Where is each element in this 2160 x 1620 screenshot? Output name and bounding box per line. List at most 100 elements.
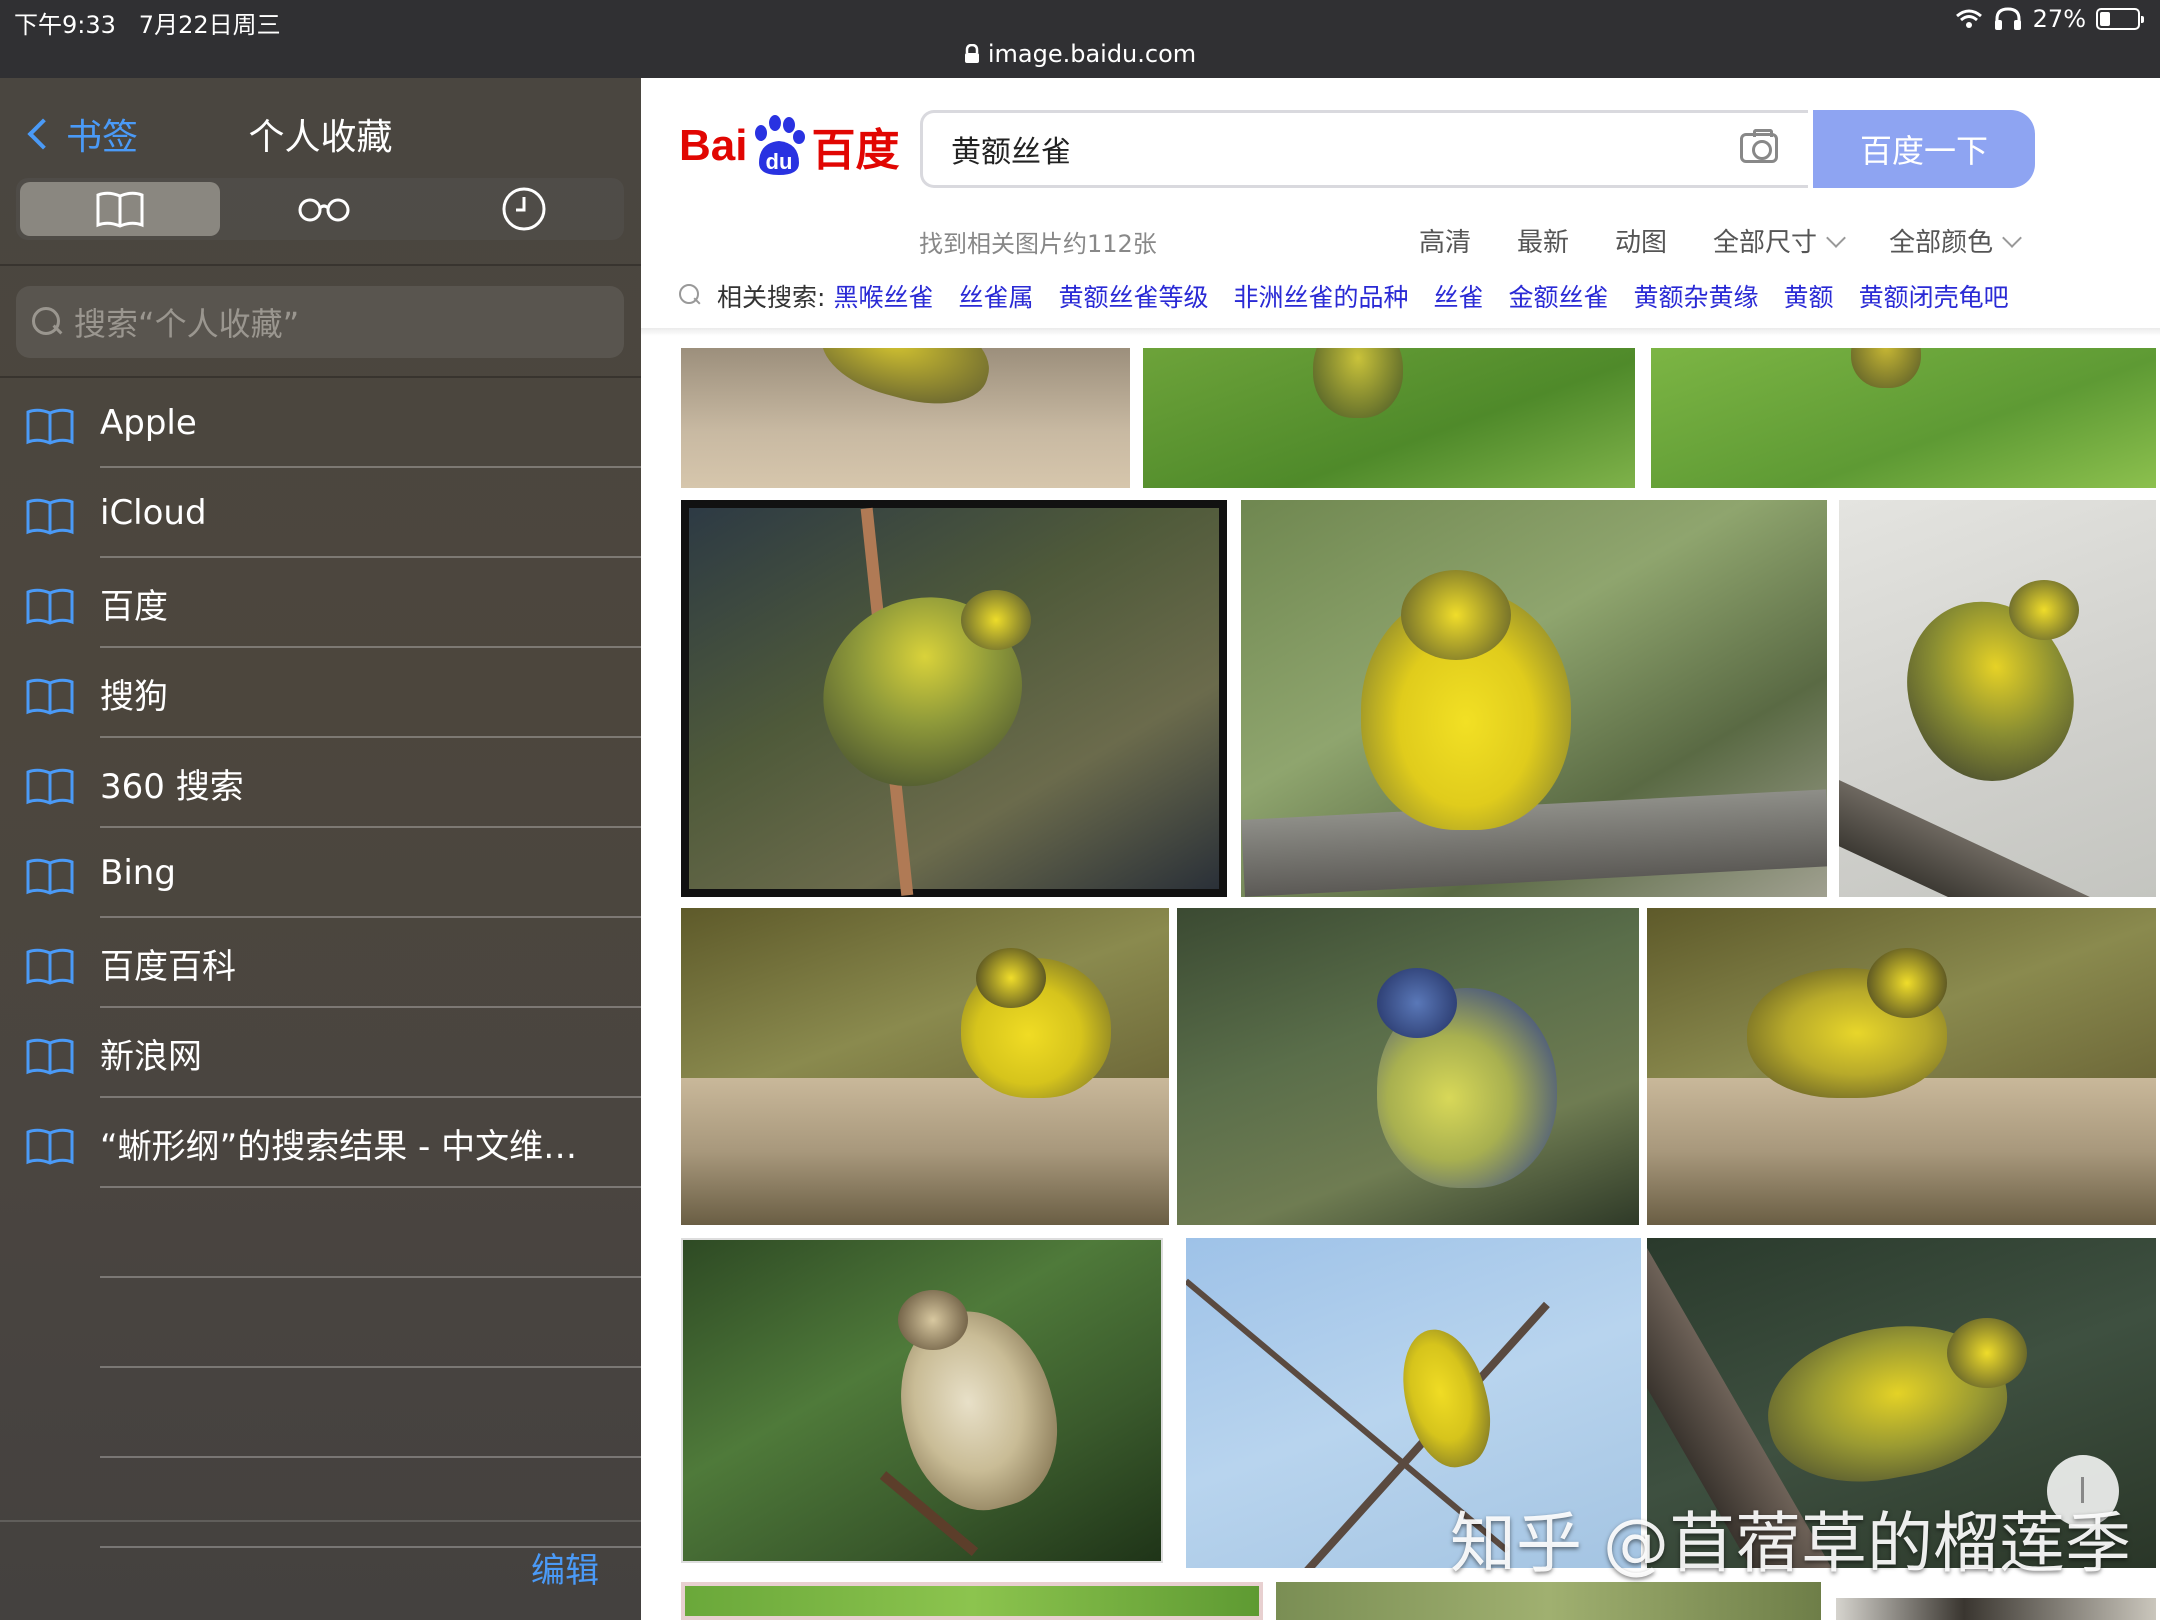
camera-icon[interactable] xyxy=(1740,129,1778,163)
filter-hd[interactable]: 高清 xyxy=(1419,222,1471,259)
related-link[interactable]: 丝雀属 xyxy=(958,278,1033,314)
search-icon xyxy=(679,284,703,308)
tab-bookmarks[interactable] xyxy=(20,182,220,236)
bird-image xyxy=(1851,348,1921,388)
image-result[interactable] xyxy=(681,908,1169,1225)
lock-icon xyxy=(964,44,979,63)
image-result[interactable] xyxy=(1143,348,1635,488)
related-link[interactable]: 黄额 xyxy=(1784,278,1834,314)
watermark-text: 知乎 @苜蓿草的榴莲季 xyxy=(1450,1505,2131,1582)
related-link[interactable]: 丝雀 xyxy=(1434,278,1484,314)
bookmark-label: 百度百科 xyxy=(100,946,236,987)
result-count: 找到相关图片约112张 xyxy=(919,230,1157,258)
bookmark-label: 搜狗 xyxy=(100,676,168,717)
search-placeholder: 搜索“个人收藏” xyxy=(74,305,300,343)
related-link[interactable]: 黑喉丝雀 xyxy=(833,278,933,314)
bookmark-item[interactable]: 360 搜索 xyxy=(0,738,641,828)
image-result[interactable] xyxy=(1647,908,2156,1225)
bird-head xyxy=(976,948,1046,1008)
filter-color-dropdown[interactable]: 全部颜色 xyxy=(1889,222,2022,259)
edit-button[interactable]: 编辑 xyxy=(531,1543,599,1592)
bird-head xyxy=(898,1290,968,1350)
bird-head xyxy=(961,590,1031,650)
related-link[interactable]: 金额丝雀 xyxy=(1509,278,1609,314)
grass xyxy=(681,1078,1169,1225)
image-result[interactable] xyxy=(681,500,1227,897)
battery-percent: 27% xyxy=(2032,5,2086,33)
wifi-icon xyxy=(1955,9,1982,28)
bookmark-label: “蜥形纲”的搜索结果 - 中文维… xyxy=(100,1126,578,1167)
bookmark-item[interactable]: 搜狗 xyxy=(0,648,641,738)
bird-head xyxy=(1867,948,1947,1018)
bookmark-list: Apple iCloud 百度 搜狗 360 搜索 Bing 百度百科 新浪网 … xyxy=(0,378,641,1548)
image-result[interactable] xyxy=(1839,500,2156,897)
search-icon xyxy=(32,307,62,337)
related-link[interactable]: 黄额丝雀等级 xyxy=(1058,278,1208,314)
bookmark-item[interactable]: Apple xyxy=(0,378,641,468)
chevron-down-icon xyxy=(2002,227,2022,248)
image-result[interactable] xyxy=(1276,1582,1821,1620)
book-icon xyxy=(26,948,74,985)
search-button[interactable]: 百度一下 xyxy=(1813,110,2035,188)
url-bar[interactable]: image.baidu.com xyxy=(0,40,2160,78)
bookmark-label: Apple xyxy=(100,403,197,443)
bird-head xyxy=(1377,968,1457,1038)
logo-text: Bai xyxy=(679,121,748,170)
image-result[interactable] xyxy=(681,348,1130,488)
tab-reading-list[interactable] xyxy=(224,178,424,240)
filter-label: 动图 xyxy=(1615,228,1668,258)
url-domain: image.baidu.com xyxy=(987,40,1197,68)
filter-label: 全部颜色 xyxy=(1889,228,1994,258)
image-result[interactable] xyxy=(681,1582,1263,1620)
bookmarks-sidebar: 书签 个人收藏 搜索“个人收藏” Apple iCloud 百度 搜狗 360 … xyxy=(0,78,641,1620)
url-bar-content: image.baidu.com xyxy=(964,40,1196,68)
tab-history[interactable] xyxy=(424,178,624,240)
filter-bar: 高清 最新 动图 全部尺寸 全部颜色 xyxy=(1419,222,2022,259)
related-link[interactable]: 黄额杂黄缘 xyxy=(1634,278,1759,314)
grass xyxy=(1647,1078,2156,1225)
related-link[interactable]: 非洲丝雀的品种 xyxy=(1233,278,1408,314)
book-icon xyxy=(26,858,74,895)
clock-icon xyxy=(502,187,546,231)
bookmark-item[interactable]: 百度百科 xyxy=(0,918,641,1008)
image-search-input[interactable]: 黄额丝雀 xyxy=(920,110,1808,188)
bookmark-label: 百度 xyxy=(100,586,168,627)
status-right: 27% xyxy=(1955,5,2144,33)
bird-head xyxy=(1947,1318,2027,1388)
status-time: 下午9:33 7月22日周三 xyxy=(14,11,281,39)
image-result[interactable] xyxy=(681,1238,1163,1563)
book-icon xyxy=(26,1038,74,1075)
filter-size-dropdown[interactable]: 全部尺寸 xyxy=(1713,222,1846,259)
bookmark-item[interactable]: Bing xyxy=(0,828,641,918)
book-icon xyxy=(26,768,74,805)
chevron-down-icon xyxy=(1826,227,1846,248)
empty-row xyxy=(0,1188,641,1278)
bookmark-search-input[interactable]: 搜索“个人收藏” xyxy=(16,286,624,358)
web-content: Bai du 百度 黄额丝雀 百度一下 找到相关图片约112张 高清 最新 动图… xyxy=(641,78,2160,1620)
image-result[interactable] xyxy=(1836,1598,2156,1620)
bookmark-item[interactable]: “蜥形纲”的搜索结果 - 中文维… xyxy=(0,1098,641,1188)
battery-fill xyxy=(2100,12,2110,26)
sidebar-segmented-control xyxy=(16,178,624,240)
filter-animated[interactable]: 动图 xyxy=(1615,222,1667,259)
bookmark-item[interactable]: 百度 xyxy=(0,558,641,648)
bird-head xyxy=(2009,580,2079,640)
status-bar: 下午9:33 7月22日周三 27% xyxy=(0,0,2160,40)
bookmark-label: Bing xyxy=(100,853,176,893)
sidebar-footer-divider xyxy=(0,1520,641,1522)
bird-image xyxy=(812,348,1000,419)
bookmark-item[interactable]: 新浪网 xyxy=(0,1008,641,1098)
filter-latest[interactable]: 最新 xyxy=(1517,222,1569,259)
baidu-logo[interactable]: Bai du 百度 xyxy=(679,114,899,178)
image-result[interactable] xyxy=(1651,348,2156,488)
battery-icon xyxy=(2096,8,2144,30)
bookmark-item[interactable]: iCloud xyxy=(0,468,641,558)
image-result[interactable] xyxy=(1177,908,1639,1225)
paw-icon: du xyxy=(755,115,806,175)
bird-head xyxy=(1401,570,1511,660)
related-link[interactable]: 黄额闭壳龟吧 xyxy=(1859,278,2009,314)
bird-image xyxy=(1313,348,1403,418)
sidebar-divider xyxy=(0,264,641,266)
image-result[interactable] xyxy=(1241,500,1827,897)
filter-label: 最新 xyxy=(1517,228,1570,258)
